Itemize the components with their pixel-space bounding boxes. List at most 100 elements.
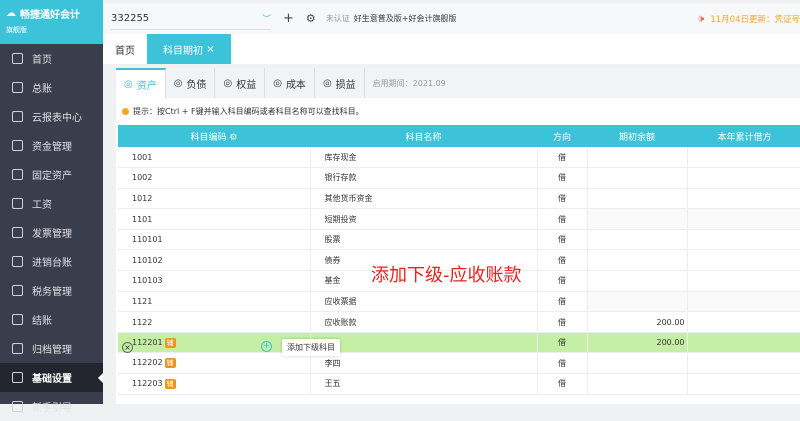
subtab[interactable]: ◎ 成本 xyxy=(265,68,315,98)
name-cell xyxy=(310,332,538,354)
balance-cell[interactable]: 200.00 xyxy=(587,311,688,333)
direction-cell: 借 xyxy=(537,332,588,354)
col-code: 科目编码 ⚙ xyxy=(118,125,310,147)
subtab[interactable]: ◎ 资产 xyxy=(116,68,166,98)
balance-cell[interactable] xyxy=(587,270,688,292)
menu-icon xyxy=(12,372,23,383)
year-debit-cell[interactable] xyxy=(687,229,800,251)
direction-cell: 借 xyxy=(537,167,588,189)
sidebar-item[interactable]: 进销台账 xyxy=(0,247,103,276)
name-cell: 应收账款 xyxy=(310,311,538,333)
subject-table: 科目编码 ⚙ 科目名称 方向 期初余额 本年累计借方 1001 库存现金借 1002… xyxy=(118,125,800,395)
gear-icon[interactable]: ⚙ xyxy=(306,12,316,25)
balance-cell[interactable] xyxy=(587,373,688,395)
balance-cell[interactable] xyxy=(587,352,688,375)
table-row[interactable]: 1121 应收票据借 xyxy=(118,291,800,313)
code-cell: 1001 xyxy=(118,147,311,169)
logo: ☁ 畅捷通好会计 旗舰版 xyxy=(0,0,103,44)
subtab-icon: ◎ xyxy=(173,77,183,89)
info-icon xyxy=(122,107,129,115)
tab-subject-opening[interactable]: 科目期初 × xyxy=(147,34,231,64)
subtab-icon: ◎ xyxy=(322,77,332,89)
year-debit-cell[interactable] xyxy=(687,208,800,230)
table-row[interactable]: 112201 辅借 200.00 xyxy=(118,332,800,354)
table-row[interactable]: 1002 银行存款借 xyxy=(118,167,800,189)
sidebar-item[interactable]: 工资 xyxy=(0,189,103,218)
year-debit-cell[interactable] xyxy=(687,270,800,292)
subtab[interactable]: ◎ 负债 xyxy=(166,68,216,98)
table-row[interactable]: 1101 短期投资借 xyxy=(118,208,800,230)
year-debit-cell[interactable] xyxy=(687,249,800,272)
sidebar-item[interactable]: 归档管理 xyxy=(0,334,103,363)
direction-cell: 借 xyxy=(537,188,588,210)
balance-cell[interactable] xyxy=(587,188,688,210)
sidebar-item[interactable]: 固定资产 xyxy=(0,160,103,189)
subtab[interactable]: ◎ 损益 xyxy=(315,68,365,98)
period-label: 启用期间：2021.09 xyxy=(372,78,446,88)
direction-cell: 借 xyxy=(537,373,588,395)
close-icon[interactable]: × xyxy=(206,44,214,55)
subtab-icon: ◎ xyxy=(124,78,133,90)
tab-home[interactable]: 首页 xyxy=(103,34,147,64)
code-cell: 1122 xyxy=(118,311,311,333)
sidebar-item[interactable]: 总账 xyxy=(0,73,103,102)
table-row[interactable]: 112203 辅王五借 xyxy=(118,373,800,395)
menu-icon xyxy=(12,314,23,325)
name-cell: 银行存款 xyxy=(310,167,538,189)
balance-cell[interactable]: 200.00 xyxy=(587,332,688,354)
sidebar-item[interactable]: 税务管理 xyxy=(0,276,103,305)
sidebar-item[interactable]: 资金管理 xyxy=(0,131,103,160)
year-debit-cell[interactable] xyxy=(687,311,800,333)
sidebar-item[interactable]: 发票管理 xyxy=(0,218,103,247)
menu-icon xyxy=(12,111,23,122)
balance-cell[interactable] xyxy=(587,147,688,169)
code-cell: 112202 辅 xyxy=(118,352,311,375)
page-tabs: 首页 科目期初 × xyxy=(103,34,800,64)
account-select[interactable]: 332255 ﹀ xyxy=(111,8,271,30)
year-debit-cell[interactable] xyxy=(687,147,800,169)
balance-cell[interactable] xyxy=(587,229,688,251)
direction-cell: 借 xyxy=(537,249,588,272)
year-debit-cell[interactable] xyxy=(687,167,800,189)
year-debit-cell[interactable] xyxy=(687,332,800,354)
delete-icon[interactable]: × xyxy=(122,342,133,353)
menu-icon xyxy=(12,82,23,93)
year-debit-cell[interactable] xyxy=(687,291,800,313)
table-row[interactable]: 1012 其他货币资金借 xyxy=(118,188,800,210)
code-cell: 1101 xyxy=(118,208,311,230)
sidebar-item[interactable]: 结账 xyxy=(0,305,103,334)
balance-cell[interactable] xyxy=(587,208,688,230)
balance-cell[interactable] xyxy=(587,249,688,272)
col-opening-balance: 期初余额 xyxy=(587,125,687,147)
subtab[interactable]: ◎ 权益 xyxy=(215,68,266,98)
aux-badge: 辅 xyxy=(164,378,176,389)
year-debit-cell[interactable] xyxy=(687,352,800,375)
aux-badge: 辅 xyxy=(164,337,176,348)
news-banner[interactable]: 🕩 11月04日更新：凭证号 xyxy=(697,12,800,26)
balance-cell[interactable] xyxy=(587,291,688,313)
table-row[interactable]: 110101 股票借 xyxy=(118,229,800,251)
table-row[interactable]: 112202 辅李四借 xyxy=(118,352,800,375)
code-cell: 110101 xyxy=(118,229,311,251)
year-debit-cell[interactable] xyxy=(687,373,800,395)
sidebar-item[interactable]: 首页 xyxy=(0,44,103,73)
sidebar-item[interactable]: 云报表中心 xyxy=(0,102,103,131)
table-row[interactable]: 1001 库存现金借 xyxy=(118,147,800,169)
top-bar: 332255 ﹀ + ⚙ 未认证 好生意普及版+好会计旗舰版 🕩 11月04日更新：… xyxy=(103,3,800,34)
direction-cell: 借 xyxy=(537,229,588,251)
plus-icon[interactable]: + xyxy=(283,11,294,26)
menu-icon xyxy=(12,227,23,238)
year-debit-cell[interactable] xyxy=(687,188,800,210)
table-row[interactable]: 1122 应收账款借 200.00 xyxy=(118,311,800,333)
balance-cell[interactable] xyxy=(587,167,688,189)
sidebar-item[interactable]: 新手引导 xyxy=(0,392,103,421)
main-panel: ◎ 资产 ◎ 负债 ◎ 权益 ◎ 成本 ◎ 损益 启用期间：2021.09 提示：按Ctrl + F… xyxy=(116,68,800,404)
col-name: 科目名称 xyxy=(310,125,537,147)
add-child-icon[interactable]: + xyxy=(261,341,272,352)
sidebar-item[interactable]: 基础设置 xyxy=(0,363,103,392)
menu-icon xyxy=(12,401,23,412)
code-cell: 112203 辅 xyxy=(118,373,311,395)
col-direction: 方向 xyxy=(537,125,587,147)
gear-icon[interactable]: ⚙ xyxy=(229,133,237,143)
cert-status[interactable]: 未认证 xyxy=(326,13,350,24)
